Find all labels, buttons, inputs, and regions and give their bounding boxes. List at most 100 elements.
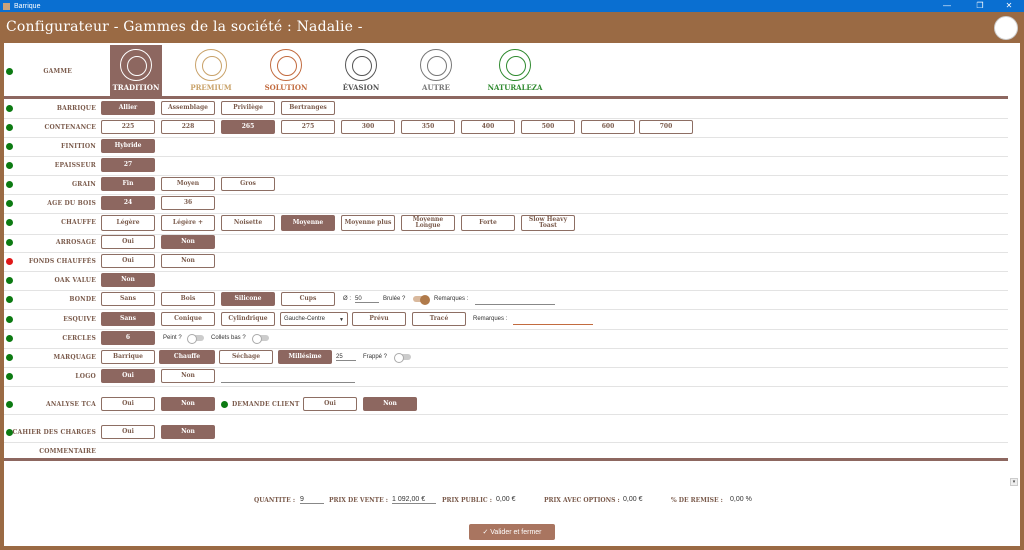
chauffe-option-moyenne-plus[interactable]: Moyenne plus <box>341 215 395 231</box>
bonde-label: BONDE <box>69 296 96 303</box>
chauffe-option-slow-heavy-toast[interactable]: Slow Heavy Toast <box>521 215 575 231</box>
esquive-option-conique[interactable]: Conique <box>161 312 215 326</box>
esquive-trace-button[interactable]: Tracé <box>412 312 466 326</box>
esquive-option-sans[interactable]: Sans <box>101 312 155 326</box>
fonds-option-non[interactable]: Non <box>161 254 215 268</box>
contenance-option-500[interactable]: 500 <box>521 120 575 134</box>
contenance-option-300[interactable]: 300 <box>341 120 395 134</box>
gamme-label-text: AUTRE <box>422 83 450 92</box>
arrosage-label: ARROSAGE <box>55 239 96 246</box>
remise-value: 0,00 % <box>730 496 752 503</box>
prix-vente-input[interactable]: 1 092,00 € <box>392 496 436 504</box>
chauffe-option-forte[interactable]: Forte <box>461 215 515 231</box>
app-icon <box>3 2 10 10</box>
contenance-option-225[interactable]: 225 <box>101 120 155 134</box>
contenance-option-400[interactable]: 400 <box>461 120 515 134</box>
grain-option-fin[interactable]: Fin <box>101 177 155 191</box>
age-option-24[interactable]: 24 <box>101 196 155 210</box>
logo-option-oui[interactable]: Oui <box>101 369 155 383</box>
bottom-divider <box>4 458 1008 461</box>
contenance-option-265[interactable]: 265 <box>221 120 275 134</box>
gamme-autre[interactable]: AUTRE <box>410 45 462 98</box>
brulee-toggle[interactable] <box>413 295 430 305</box>
arrosage-option-oui[interactable]: Oui <box>101 235 155 249</box>
gamme-emblem-icon <box>195 49 227 81</box>
chauffe-option-noisette[interactable]: Noisette <box>221 215 275 231</box>
valider-button[interactable]: ✓ Valider et fermer <box>469 524 555 540</box>
grain-option-moyen[interactable]: Moyen <box>161 177 215 191</box>
cercles-option-6[interactable]: 6 <box>101 331 155 345</box>
quantite-input[interactable]: 9 <box>300 496 324 504</box>
scroll-down-icon[interactable]: ▾ <box>1010 478 1018 486</box>
analyse-option-non[interactable]: Non <box>161 397 215 411</box>
chauffe-option-legere[interactable]: Légère <box>101 215 155 231</box>
frappe-label: Frappé ? <box>363 354 388 360</box>
minimize-button[interactable]: — <box>936 0 958 12</box>
diametre-input[interactable]: 50 <box>355 296 379 303</box>
grain-option-gros[interactable]: Gros <box>221 177 275 191</box>
close-button[interactable]: ✕ <box>998 0 1020 12</box>
esquive-remarques-input[interactable] <box>513 316 593 325</box>
contenance-option-350[interactable]: 350 <box>401 120 455 134</box>
gamme-label: GAMME <box>43 68 72 75</box>
bonde-option-bois[interactable]: Bois <box>161 292 215 306</box>
collets-toggle[interactable] <box>252 334 269 344</box>
cercles-label: CERCLES <box>62 335 96 342</box>
chevron-down-icon: ▼ <box>339 317 344 323</box>
marquage-option-sechage[interactable]: Séchage <box>219 350 273 364</box>
millesime-input[interactable]: 25 <box>336 354 356 361</box>
barrique-option-assemblage[interactable]: Assemblage <box>161 101 215 115</box>
restore-button[interactable]: ❐ <box>969 0 991 12</box>
chauffe-option-moyenne-longue[interactable]: Moyenne Longue <box>401 215 455 231</box>
contenance-option-228[interactable]: 228 <box>161 120 215 134</box>
oak-option-non[interactable]: Non <box>101 273 155 287</box>
demande-client-oui[interactable]: Oui <box>303 397 357 411</box>
gamme-premium[interactable]: PREMIUM <box>185 45 237 98</box>
logo-text-input[interactable] <box>221 374 355 383</box>
arrosage-option-non[interactable]: Non <box>161 235 215 249</box>
peint-toggle[interactable] <box>187 334 204 344</box>
contenance-option-700[interactable]: 700 <box>639 120 693 134</box>
age-option-36[interactable]: 36 <box>161 196 215 210</box>
demande-client-non[interactable]: Non <box>363 397 417 411</box>
chauffe-label: CHAUFFE <box>61 219 96 226</box>
contenance-option-600[interactable]: 600 <box>581 120 635 134</box>
oak-label: OAK VALUE <box>54 277 96 284</box>
fonds-option-oui[interactable]: Oui <box>101 254 155 268</box>
bonde-option-silicone[interactable]: Silicone <box>221 292 275 306</box>
marquage-option-barrique[interactable]: Barrique <box>101 350 155 364</box>
bonde-option-sans[interactable]: Sans <box>101 292 155 306</box>
barrique-option-privilege[interactable]: Privilège <box>221 101 275 115</box>
chauffe-option-legere[interactable]: Légère + <box>161 215 215 231</box>
cahier-option-non[interactable]: Non <box>161 425 215 439</box>
gamme-solution[interactable]: SOLUTION <box>260 45 312 98</box>
gamme-naturaleza[interactable]: NATURALEZA <box>485 45 545 98</box>
prix-options-value: 0,00 € <box>623 496 643 503</box>
esquive-option-cylindrique[interactable]: Cylindrique <box>221 312 275 326</box>
marquage-option-chauffe[interactable]: Chauffe <box>159 350 215 364</box>
bonde-option-cups[interactable]: Cups <box>281 292 335 306</box>
epaisseur-option-27[interactable]: 27 <box>101 158 155 172</box>
page-title: Configurateur - Gammes de la société : N… <box>6 19 363 35</box>
finition-option-hybride[interactable]: Hybride <box>101 139 155 153</box>
gamme-tradition[interactable]: TRADITION <box>110 45 162 98</box>
frappe-toggle[interactable] <box>394 353 411 363</box>
gamme-emblem-icon <box>120 49 152 81</box>
esquive-position-select[interactable]: Gauche-Centre ▼ <box>280 312 348 326</box>
analyse-option-oui[interactable]: Oui <box>101 397 155 411</box>
gamme-evasion[interactable]: ÉVASION <box>335 45 387 98</box>
bonde-remarques-input[interactable] <box>475 297 555 305</box>
barrique-option-allier[interactable]: Allier <box>101 101 155 115</box>
gamme-label-text: ÉVASION <box>342 83 380 92</box>
marquage-option-millesime[interactable]: Millésime <box>278 350 332 364</box>
arrosage-separator <box>4 252 1008 253</box>
fonds-separator <box>4 271 1008 272</box>
remise-label: % DE REMISE : <box>671 497 723 504</box>
chauffe-option-moyenne[interactable]: Moyenne <box>281 215 335 231</box>
cahier-label: CAHIER DES CHARGES <box>12 429 96 436</box>
logo-option-non[interactable]: Non <box>161 369 215 383</box>
contenance-option-275[interactable]: 275 <box>281 120 335 134</box>
esquive-prevu-button[interactable]: Prévu <box>352 312 406 326</box>
barrique-option-bertranges[interactable]: Bertranges <box>281 101 335 115</box>
cahier-option-oui[interactable]: Oui <box>101 425 155 439</box>
